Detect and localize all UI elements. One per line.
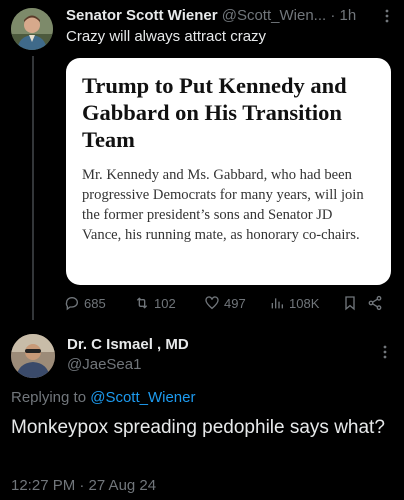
views-icon <box>271 298 283 309</box>
avatar-reply-author[interactable] <box>11 334 55 378</box>
like-count: 497 <box>224 295 246 311</box>
heart-icon <box>205 296 219 310</box>
dot-separator: · <box>330 7 336 24</box>
reply-author-handle[interactable]: @JaeSea1 <box>67 356 141 373</box>
share-icon <box>368 295 382 311</box>
thread-connector <box>32 56 34 320</box>
replying-prefix: Replying to <box>11 389 91 406</box>
author-handle[interactable]: @Scott_Wien... <box>222 7 326 24</box>
retweet-button[interactable]: 102 <box>134 292 176 314</box>
tweet1-header: Senator Scott Wiener @Scott_Wien... · 1h <box>66 7 394 27</box>
card-body: Mr. Kennedy and Ms. Gabbard, who had bee… <box>82 167 364 243</box>
bookmark-button[interactable] <box>342 292 358 314</box>
tweet-text: Crazy will always attract crazy <box>66 28 267 45</box>
like-button[interactable]: 497 <box>204 292 246 314</box>
reply-timestamp[interactable]: 12:27 PM · 27 Aug 24 <box>11 477 156 494</box>
retweet-icon <box>136 297 148 309</box>
share-button[interactable] <box>367 292 383 314</box>
avatar-senator[interactable] <box>11 8 53 50</box>
action-bar: 685 102 497 108K <box>64 292 394 314</box>
reply-icon <box>65 297 78 311</box>
reply-text: Monkeypox spreading pedophile says what? <box>11 417 385 438</box>
retweet-count: 102 <box>154 295 176 311</box>
more-icon[interactable] <box>382 344 388 363</box>
article-card[interactable]: Trump to Put Kennedy and Gabbard on His … <box>66 58 391 285</box>
card-headline: Trump to Put Kennedy and Gabbard on His … <box>82 73 347 152</box>
reply-button[interactable]: 685 <box>64 292 106 314</box>
more-icon[interactable] <box>384 8 390 27</box>
views-button[interactable]: 108K <box>269 292 319 314</box>
author-name[interactable]: Senator Scott Wiener <box>66 7 218 24</box>
view-count: 108K <box>289 295 320 311</box>
reply-count: 685 <box>84 295 106 311</box>
bookmark-icon <box>345 296 355 311</box>
replying-to: Replying to @Scott_Wiener <box>11 389 195 406</box>
reply-author-name[interactable]: Dr. C Ismael , MD <box>67 336 189 353</box>
replying-mention-link[interactable]: @Scott_Wiener <box>90 389 195 406</box>
tweet-time[interactable]: 1h <box>340 7 357 24</box>
